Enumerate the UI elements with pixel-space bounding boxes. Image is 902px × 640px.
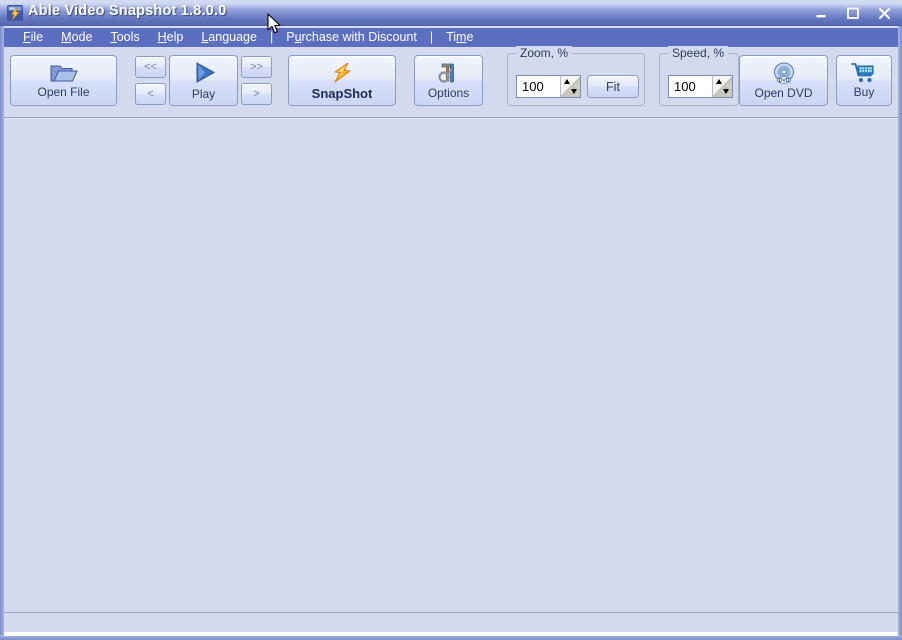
zoom-group-title: Zoom, % — [516, 46, 573, 60]
open-dvd-label: Open DVD — [754, 85, 813, 100]
zoom-fit-label: Fit — [606, 79, 620, 94]
minimize-icon[interactable] — [811, 4, 830, 22]
zoom-value[interactable]: 100 — [517, 76, 560, 97]
speed-input[interactable]: 100 — [668, 75, 733, 98]
shopping-cart-icon — [851, 62, 877, 84]
options-button[interactable]: Options — [414, 55, 483, 106]
menu-item-help[interactable]: Help — [149, 28, 193, 47]
dvd-disc-icon: DVD — [770, 62, 798, 85]
caption-button-group — [811, 4, 894, 22]
zoom-fit-button[interactable]: Fit — [587, 75, 639, 98]
rewind-fast-button[interactable]: << — [135, 56, 166, 78]
application-window: Able Video Snapshot 1.8.0.0 File Mode To… — [0, 0, 902, 640]
forward-step-label: > — [253, 88, 260, 100]
menu-item-mode[interactable]: Mode — [52, 28, 101, 47]
close-icon[interactable] — [875, 4, 894, 22]
menu-item-time[interactable]: Time — [437, 28, 482, 47]
rewind-step-button[interactable]: < — [135, 83, 166, 105]
title-bar[interactable]: Able Video Snapshot 1.8.0.0 — [0, 0, 902, 26]
buy-button[interactable]: Buy — [836, 55, 892, 106]
open-dvd-button[interactable]: DVD Open DVD — [739, 55, 828, 106]
speed-group-title: Speed, % — [668, 46, 729, 60]
lightning-bolt-icon — [6, 4, 24, 22]
options-label: Options — [427, 86, 470, 100]
zoom-input[interactable]: 100 — [516, 75, 581, 98]
zoom-group: Zoom, % 100 Fit — [507, 46, 645, 106]
snapshot-label: SnapShot — [311, 85, 373, 101]
forward-fast-button[interactable]: >> — [241, 56, 272, 78]
open-file-button[interactable]: Open File — [10, 55, 117, 106]
forward-fast-label: >> — [250, 61, 263, 73]
maximize-icon[interactable] — [843, 4, 862, 22]
status-text — [4, 613, 898, 619]
window-border-right — [898, 26, 902, 640]
snapshot-button[interactable]: SnapShot — [288, 55, 396, 106]
menu-item-tools[interactable]: Tools — [101, 28, 148, 47]
up-down-spinner-icon[interactable] — [712, 76, 732, 97]
speed-group: Speed, % 100 — [659, 46, 739, 106]
video-display-area[interactable] — [4, 119, 898, 611]
svg-text:DVD: DVD — [778, 78, 789, 84]
up-down-spinner-icon[interactable] — [560, 76, 580, 97]
open-folder-icon — [50, 62, 78, 84]
play-label: Play — [191, 87, 216, 101]
lightning-bolt-icon — [329, 61, 355, 85]
status-bar — [4, 612, 898, 632]
window-title: Able Video Snapshot 1.8.0.0 — [28, 3, 227, 19]
window-bottom-edge — [4, 632, 898, 636]
menu-separator-1: | — [269, 30, 274, 44]
play-triangle-icon — [191, 60, 217, 86]
play-button[interactable]: Play — [169, 55, 238, 106]
rewind-fast-label: << — [144, 61, 157, 73]
menu-item-file[interactable]: File — [14, 28, 52, 47]
forward-step-button[interactable]: > — [241, 83, 272, 105]
menu-separator-2: | — [429, 30, 434, 44]
menu-item-purchase-with-discount[interactable]: Purchase with Discount — [277, 28, 426, 47]
menu-item-language[interactable]: Language — [192, 28, 266, 47]
hammer-wrench-icon — [436, 61, 462, 85]
menu-bar: File Mode Tools Help Language | Purchase… — [4, 28, 898, 47]
rewind-step-label: < — [147, 88, 154, 100]
speed-value[interactable]: 100 — [669, 76, 712, 97]
open-file-label: Open File — [37, 85, 90, 99]
buy-label: Buy — [853, 85, 875, 99]
main-toolbar: Open File << < Play >> > SnapShot Option… — [4, 46, 898, 117]
